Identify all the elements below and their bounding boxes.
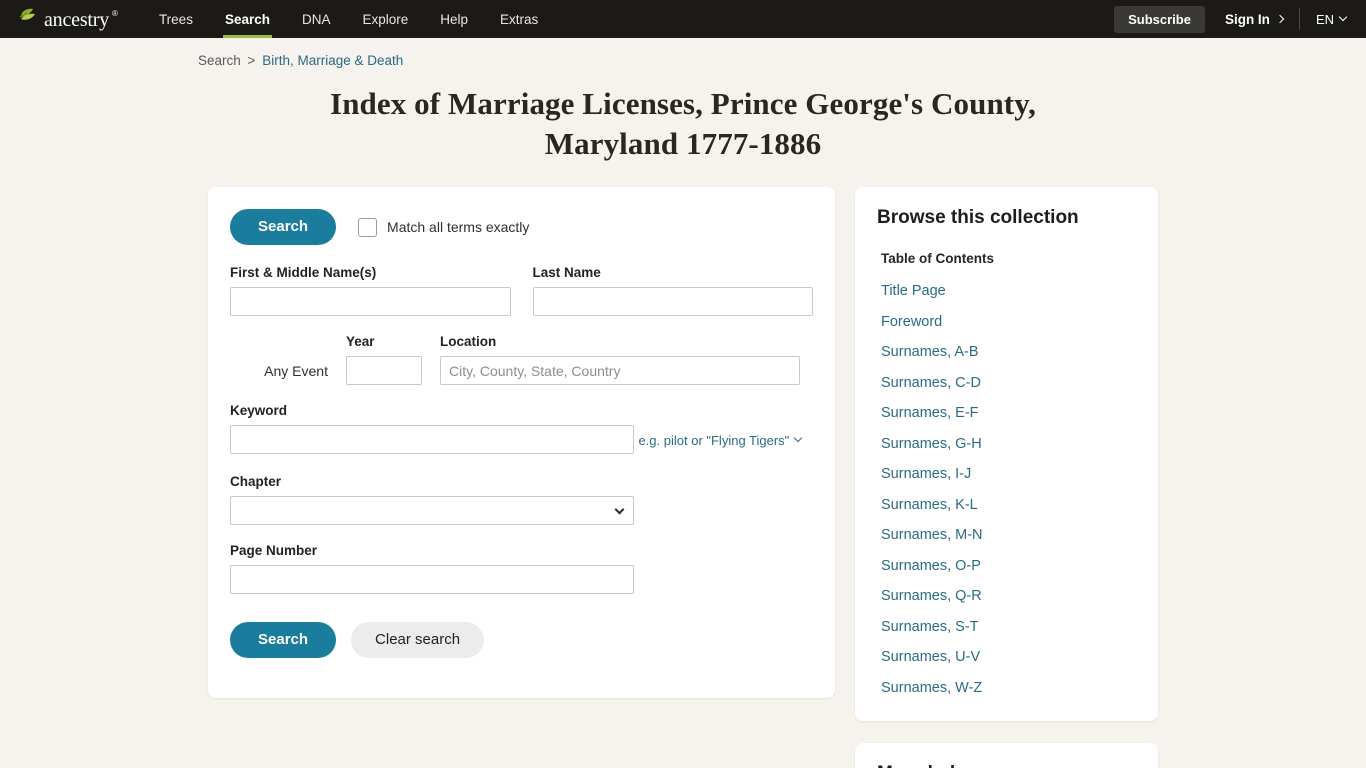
language-label: EN (1315, 11, 1334, 27)
leaf-icon (18, 6, 42, 33)
year-label: Year (346, 334, 375, 350)
toc-link-surnames-c-d[interactable]: Surnames, C-D (881, 375, 981, 391)
first-name-group: First & Middle Name(s) (230, 265, 511, 317)
toc-link-foreword[interactable]: Foreword (881, 314, 942, 330)
language-selector[interactable]: EN (1300, 12, 1352, 27)
page-number-label: Page Number (230, 543, 318, 559)
toc-link-title-page[interactable]: Title Page (881, 283, 946, 299)
list-item: Surnames, M-N (881, 526, 1136, 544)
trademark-symbol: ® (112, 8, 118, 18)
search-button-top[interactable]: Search (230, 209, 337, 246)
chapter-label: Chapter (230, 474, 282, 490)
toc-link-surnames-i-j[interactable]: Surnames, I-J (881, 466, 971, 482)
last-name-label: Last Name (532, 265, 601, 281)
chevron-right-icon (1275, 14, 1285, 24)
more-help-title: More help (877, 763, 1136, 768)
table-of-contents-label: Table of Contents (881, 251, 994, 267)
keyword-group: Keyword e.g. pilot or "Flying Tigers" (230, 403, 813, 455)
top-navigation-bar: ancestry ® Trees Search DNA Explore Help… (0, 0, 1366, 38)
main-nav: Trees Search DNA Explore Help Extras (143, 0, 554, 38)
more-help-card: More help (855, 742, 1158, 768)
breadcrumb-current[interactable]: Birth, Marriage & Death (262, 53, 403, 68)
toc-link-surnames-o-p[interactable]: Surnames, O-P (881, 558, 981, 574)
first-name-input[interactable] (230, 287, 511, 317)
list-item: Foreword (881, 313, 1136, 331)
nav-item-search[interactable]: Search (209, 0, 286, 38)
toc-link-surnames-m-n[interactable]: Surnames, M-N (881, 527, 983, 543)
nav-item-trees[interactable]: Trees (143, 0, 209, 38)
year-input[interactable] (346, 356, 422, 386)
page-number-group: Page Number (230, 543, 813, 595)
toc-link-surnames-k-l[interactable]: Surnames, K-L (881, 497, 978, 513)
nav-item-explore[interactable]: Explore (347, 0, 425, 38)
year-group: Year (346, 334, 422, 386)
list-item: Surnames, Q-R (881, 587, 1136, 605)
toc-link-surnames-e-f[interactable]: Surnames, E-F (881, 405, 979, 421)
match-exact-label: Match all terms exactly (387, 219, 530, 236)
search-top-row: Search Match all terms exactly (230, 209, 813, 246)
form-action-row: Search Clear search (230, 622, 813, 659)
first-name-label: First & Middle Name(s) (230, 265, 377, 281)
chapter-select-wrap (230, 496, 634, 526)
list-item: Surnames, A-B (881, 343, 1136, 361)
sidebar: Browse this collection Table of Contents… (855, 187, 1158, 768)
ancestry-logo[interactable]: ancestry ® (14, 6, 118, 33)
page-content: Search Match all terms exactly First & M… (208, 163, 1366, 768)
list-item: Surnames, W-Z (881, 679, 1136, 697)
list-item: Surnames, K-L (881, 496, 1136, 514)
clear-search-button[interactable]: Clear search (351, 622, 485, 659)
sign-in-button[interactable]: Sign In (1205, 8, 1300, 30)
browse-collection-title: Browse this collection (877, 207, 1079, 229)
location-input[interactable] (440, 356, 800, 386)
table-of-contents-list: Title Page Foreword Surnames, A-B Surnam… (877, 282, 1136, 697)
location-label: Location (440, 334, 497, 350)
match-exact-toggle[interactable]: Match all terms exactly (358, 217, 530, 237)
breadcrumb-separator: > (247, 53, 256, 68)
list-item: Surnames, O-P (881, 557, 1136, 575)
keyword-label: Keyword (230, 403, 288, 419)
toc-link-surnames-w-z[interactable]: Surnames, W-Z (881, 680, 982, 696)
toc-link-surnames-s-t[interactable]: Surnames, S-T (881, 619, 979, 635)
toc-link-surnames-g-h[interactable]: Surnames, G-H (881, 436, 982, 452)
chapter-group: Chapter (230, 474, 813, 526)
chevron-down-icon (794, 434, 803, 443)
page-title: Index of Marriage Licenses, Prince Georg… (330, 86, 1036, 161)
keyword-hint-label: e.g. pilot or "Flying Tigers" (638, 432, 790, 448)
header-actions: Subscribe Sign In EN (1114, 0, 1352, 38)
last-name-input[interactable] (532, 287, 813, 317)
list-item: Surnames, I-J (881, 465, 1136, 483)
nav-item-extras[interactable]: Extras (484, 0, 554, 38)
logo-wordmark: ancestry (44, 9, 110, 31)
chapter-select[interactable] (230, 496, 634, 526)
list-item: Surnames, C-D (881, 374, 1136, 392)
list-item: Surnames, E-F (881, 404, 1136, 422)
search-form-card: Search Match all terms exactly First & M… (208, 187, 835, 699)
list-item: Surnames, S-T (881, 618, 1136, 636)
event-fields-row: Any Event Year Location (230, 334, 813, 386)
chevron-down-icon (1338, 12, 1348, 22)
toc-link-surnames-q-r[interactable]: Surnames, Q-R (881, 588, 982, 604)
browse-collection-card: Browse this collection Table of Contents… (855, 187, 1158, 721)
nav-item-dna[interactable]: DNA (286, 0, 347, 38)
page-number-input[interactable] (230, 565, 634, 595)
toc-link-surnames-u-v[interactable]: Surnames, U-V (881, 649, 980, 665)
keyword-input[interactable] (230, 425, 634, 455)
name-fields-row: First & Middle Name(s) Last Name (230, 265, 813, 317)
nav-item-help[interactable]: Help (424, 0, 484, 38)
any-event-label: Any Event (264, 363, 328, 380)
search-submit-button[interactable]: Search (230, 622, 337, 659)
last-name-group: Last Name (532, 265, 813, 317)
list-item: Surnames, G-H (881, 435, 1136, 453)
subscribe-button[interactable]: Subscribe (1114, 5, 1205, 33)
list-item: Surnames, U-V (881, 648, 1136, 666)
match-exact-checkbox[interactable] (358, 217, 378, 237)
location-group: Location (440, 334, 800, 386)
list-item: Title Page (881, 282, 1136, 300)
breadcrumb: Search > Birth, Marriage & Death (198, 53, 1366, 68)
toc-link-surnames-a-b[interactable]: Surnames, A-B (881, 344, 979, 360)
breadcrumb-root[interactable]: Search (198, 53, 241, 68)
sign-in-label: Sign In (1224, 11, 1270, 27)
keyword-hint-link[interactable]: e.g. pilot or "Flying Tigers" (638, 432, 803, 448)
